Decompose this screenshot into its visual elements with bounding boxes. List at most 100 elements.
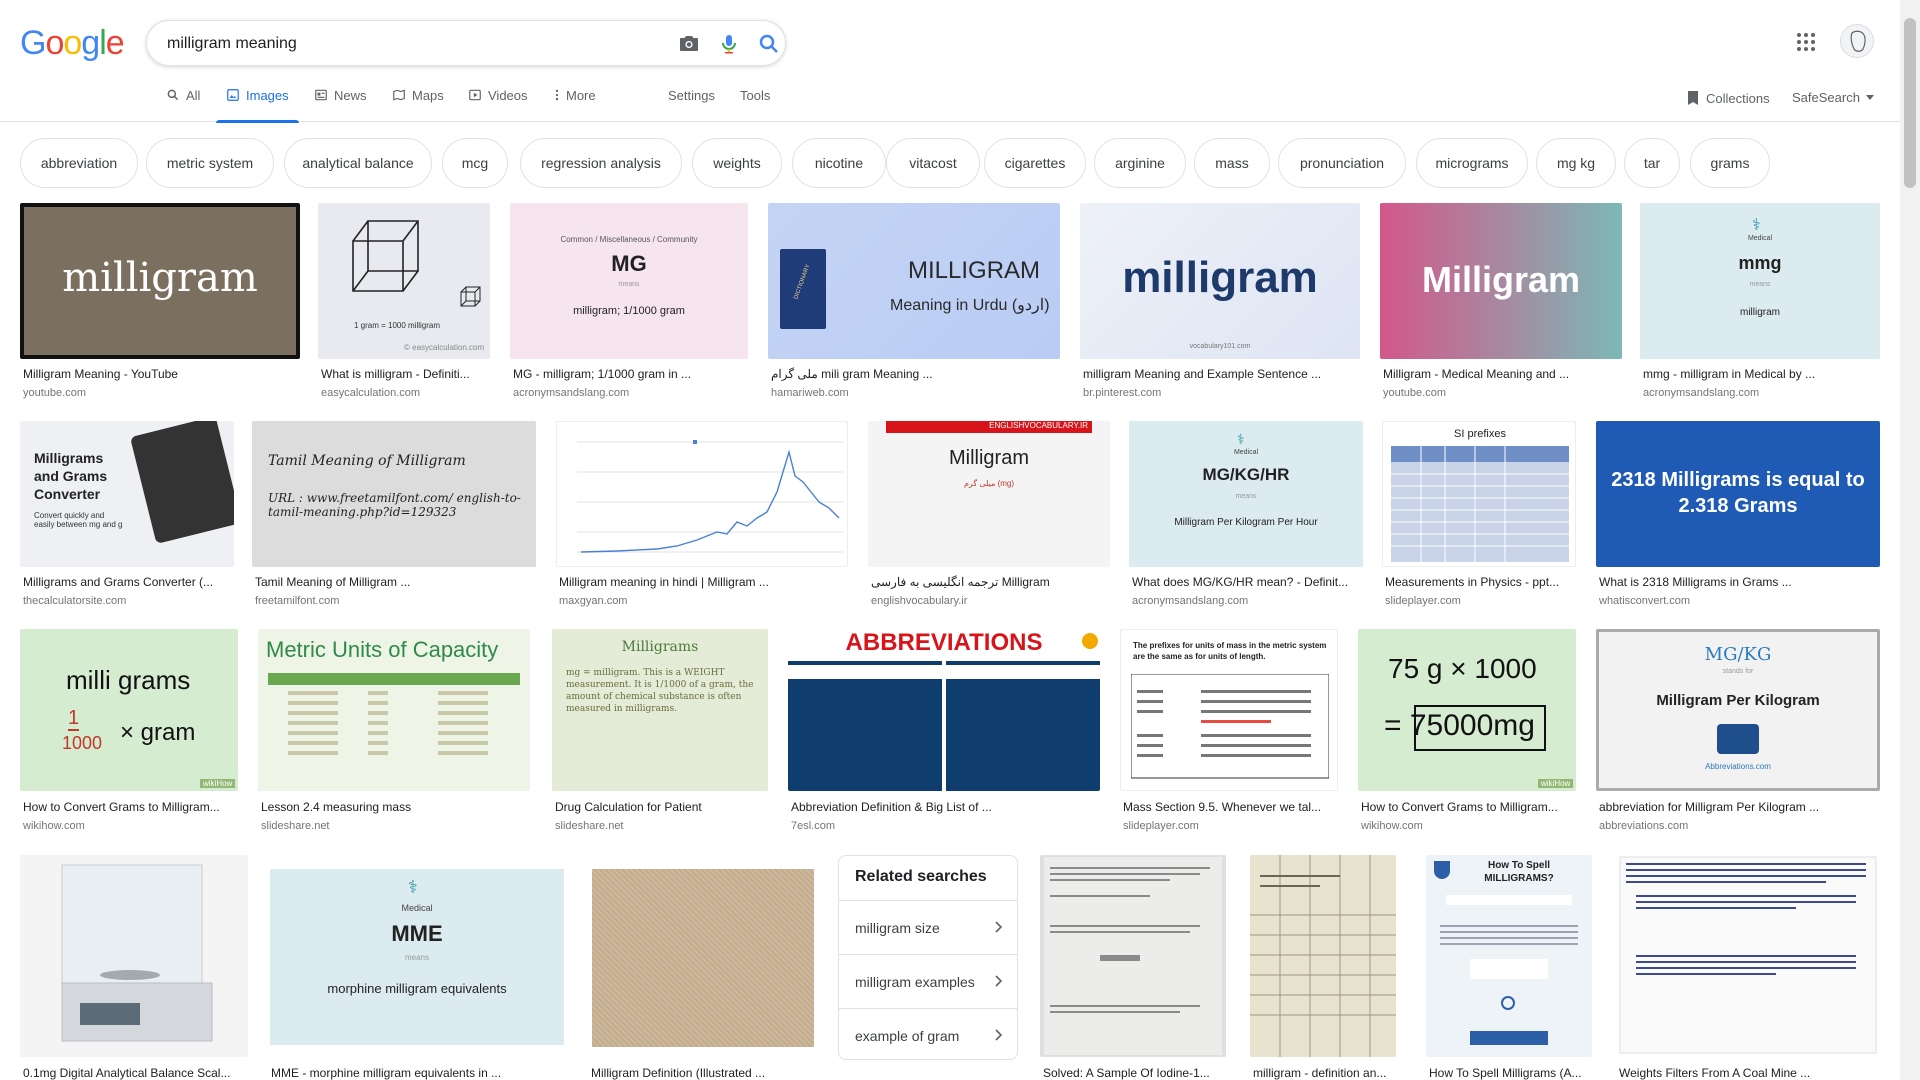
chip[interactable]: mg kg [1536,138,1616,188]
tab-images-label: Images [246,88,289,103]
image-result[interactable]: Milligram Milligram - Medical Meaning an… [1380,203,1622,403]
image-result[interactable]: Metric Units of Capacity Lesson 2.4 meas… [258,629,530,835]
related-searches-title: Related searches [855,868,987,885]
image-result[interactable]: ENGLISHVOCABULARY.IR Milligram میلی گرم … [868,421,1110,617]
image-result[interactable]: milligram Milligram Meaning - YouTube yo… [20,203,300,403]
tab-images[interactable]: Images [216,88,299,123]
related-search-item[interactable]: milligram size [839,900,1017,954]
collections-button[interactable]: Collections [1686,90,1770,106]
tab-news[interactable]: News [314,88,367,122]
result-thumbnail [556,421,848,567]
map-icon [393,89,405,101]
related-search-item[interactable]: milligram examples [839,954,1017,1008]
chevron-right-icon [995,1029,1003,1041]
apps-grid-icon[interactable] [1794,30,1818,54]
account-avatar[interactable] [1840,24,1874,58]
image-result[interactable]: Milligram meaning in hindi | Milligram .… [556,421,848,617]
settings-label: Settings [668,88,715,103]
image-result[interactable]: milli grams 1 1000 × gram wikiHow How to… [20,629,238,835]
image-result[interactable]: Weights Filters From A Coal Mine ... [1616,855,1880,1080]
image-result[interactable]: Solved: A Sample Of Iodine-1... [1040,855,1226,1080]
image-result[interactable]: Tamil Meaning of Milligram URL : www.fre… [252,421,536,617]
chip[interactable]: grams [1690,138,1770,188]
tools-link[interactable]: Tools [740,88,770,122]
tab-more[interactable]: More [554,88,596,122]
chip[interactable]: arginine [1094,138,1186,188]
chip[interactable]: abbreviation [20,138,138,188]
image-result[interactable]: Common / Miscellaneous / Community MG me… [510,203,748,403]
settings-link[interactable]: Settings [668,88,715,122]
sand-texture [592,869,814,1047]
chip-label: abbreviation [40,155,118,171]
chip[interactable]: mcg [442,138,508,188]
result-source: acronymsandslang.com [1643,387,1760,399]
chip-label: vitacost [909,155,957,171]
result-thumbnail: Tamil Meaning of Milligram URL : www.fre… [252,421,536,567]
image-result[interactable]: 75 g × 1000 = 75000mg wikiHow How to Con… [1358,629,1576,835]
image-result[interactable]: 0.1mg Digital Analytical Balance Scal... [20,855,248,1080]
microphone-icon[interactable] [717,32,741,56]
thumbnail-panel: ⚕ Medical MME means morphine milligram e… [270,869,564,1045]
image-result[interactable]: ABBREVIATIONS Abbreviation Definition & … [788,629,1100,835]
chip[interactable]: analytical balance [284,138,432,188]
google-logo[interactable]: Google [20,24,125,63]
caduceus-icon: ⚕ [1237,431,1245,447]
chip-label: micrograms [1435,155,1509,171]
result-caption: What is milligram - Definiti... [321,367,470,381]
thumbnail-text: How To Spell MILLIGRAMS? [1484,860,1554,884]
chip[interactable]: micrograms [1416,138,1528,188]
search-input[interactable] [167,31,637,57]
page-scrollbar[interactable] [1900,0,1920,1080]
result-caption: MME - morphine milligram equivalents in … [271,1066,502,1080]
thumbnail-subtext: mg = milligram. This is a WEIGHT measure… [566,668,754,714]
search-box[interactable] [146,20,786,66]
image-result[interactable]: 2318 Milligrams is equal to 2.318 Grams … [1596,421,1880,617]
image-result[interactable]: milligram - definition an... [1250,855,1396,1080]
tab-all[interactable]: All [166,88,200,122]
tab-videos[interactable]: Videos [468,88,528,122]
tab-maps[interactable]: Maps [392,88,444,122]
image-result[interactable]: ⚕ Medical MG/KG/HR means Milligram Per K… [1129,421,1363,617]
image-icon [227,89,239,101]
chip[interactable]: cigarettes [984,138,1086,188]
search-icon[interactable] [757,32,781,56]
chip[interactable]: mass [1194,138,1270,188]
image-result[interactable]: Milligrams and Grams Converter Convert q… [20,421,234,617]
image-result[interactable]: milligram vocabulary101.com milligram Me… [1080,203,1360,403]
safesearch-button[interactable]: SafeSearch [1792,90,1874,105]
image-result[interactable]: ⚕ Medical MME means morphine milligram e… [268,855,568,1080]
chip-label: weights [713,155,761,171]
image-result[interactable]: SI prefixes Measurements in Physics - pp… [1382,421,1576,617]
camera-icon[interactable] [677,32,701,56]
answer-box [1414,705,1546,751]
result-caption: ملی گرام mili gram Meaning ... [771,367,933,381]
result-thumbnail: DICTIONARY MILLIGRAM Meaning in Urdu (ار… [768,203,1060,359]
image-result[interactable]: Milligram Definition (Illustrated ... [588,855,818,1080]
related-search-item[interactable]: example of gram [839,1008,1017,1062]
chip[interactable]: pronunciation [1278,138,1406,188]
chip[interactable]: vitacost [886,138,980,188]
image-result[interactable]: How To Spell MILLIGRAMS? How To Spell Mi… [1426,855,1592,1080]
result-caption: Milligram meaning in hindi | Milligram .… [559,575,769,589]
image-result[interactable]: 1 gram = 1000 milligram © easycalculatio… [318,203,490,403]
image-result[interactable]: DICTIONARY MILLIGRAM Meaning in Urdu (ار… [768,203,1060,403]
scrollbar-thumb[interactable] [1904,18,1916,188]
collections-label: Collections [1706,90,1770,106]
result-caption: 0.1mg Digital Analytical Balance Scal... [23,1066,231,1080]
thumbnail-text: milli grams [66,665,191,695]
chip[interactable]: metric system [146,138,274,188]
abbreviations-right-panel [946,661,1100,791]
chip[interactable]: nicotine [792,138,886,188]
image-result[interactable]: The prefixes for units of mass in the me… [1120,629,1338,835]
chip[interactable]: weights [692,138,782,188]
chip[interactable]: tar [1624,138,1680,188]
tab-videos-label: Videos [488,88,528,103]
image-result[interactable]: MG/KG stands for Milligram Per Kilogram … [1596,629,1880,835]
image-result[interactable]: ⚕ Medical mmg means milligram mmg - mill… [1640,203,1880,403]
chip-label: mcg [461,155,489,171]
abbreviations-logo-icon [1717,724,1759,754]
chip[interactable]: regression analysis [520,138,682,188]
result-caption: Drug Calculation for Patient [555,800,702,814]
result-thumbnail: ⚕ Medical mmg means milligram [1640,203,1880,359]
image-result[interactable]: Milligrams mg = milligram. This is a WEI… [552,629,768,835]
